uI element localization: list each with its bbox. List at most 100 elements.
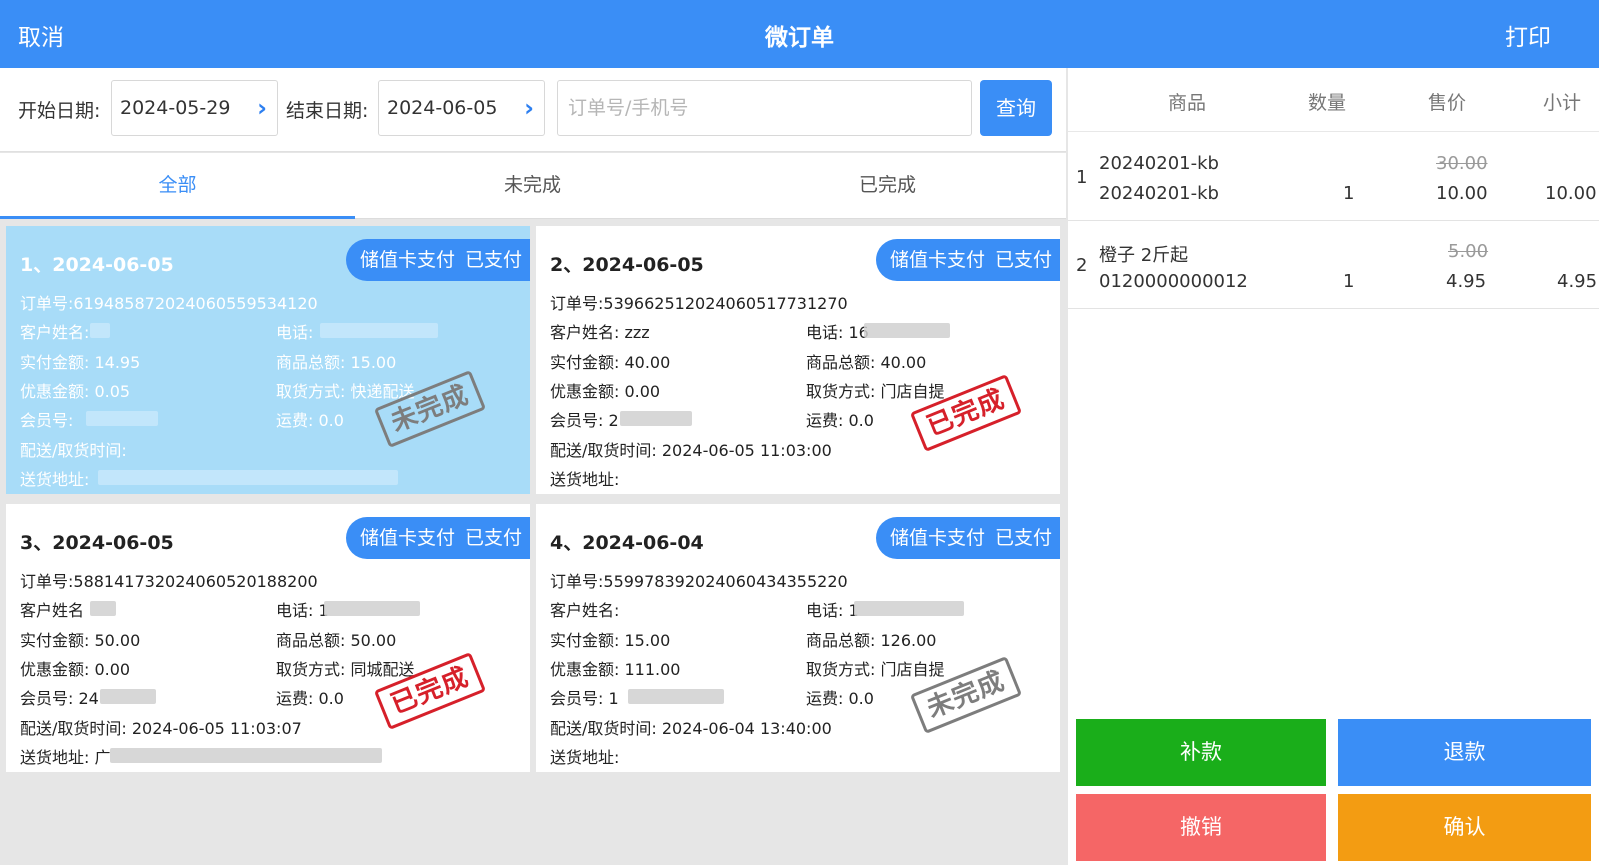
query-button[interactable]: 查询 — [980, 80, 1052, 136]
refund-button[interactable]: 退款 — [1338, 719, 1591, 786]
customer-name: 客户姓名: — [550, 601, 620, 620]
pay-status: 已支付 — [464, 527, 522, 549]
column-header-price: 售价 — [1428, 92, 1467, 114]
pickup-method: 取货方式: 门店自提 — [806, 382, 945, 401]
payment-badge: 储值卡支付 已支付 — [875, 239, 1060, 281]
item-code: 0120000000012 — [1099, 271, 1248, 292]
redacted-mask — [620, 411, 692, 426]
start-date-picker[interactable]: 2024-05-29 › — [111, 80, 278, 136]
pay-status: 已支付 — [994, 527, 1052, 549]
order-number: 订单号:588141732024060520188200 — [20, 572, 318, 591]
customer-name: 客户姓名: — [20, 323, 90, 342]
order-title: 2、2024-06-05 — [550, 254, 704, 276]
order-card[interactable]: 1、2024-06-05 储值卡支付 已支付 订单号:61948587202406… — [6, 226, 530, 494]
order-title: 3、2024-06-05 — [20, 532, 174, 554]
end-date-value: 2024-06-05 — [387, 97, 498, 119]
freight: 运费: 0.0 — [806, 689, 874, 708]
pickup-method: 取货方式: 门店自提 — [806, 660, 945, 679]
redacted-mask — [320, 323, 438, 338]
chevron-right-icon: › — [524, 94, 534, 122]
order-card[interactable]: 4、2024-06-04 储值卡支付 已支付 订单号:55997839202406… — [536, 504, 1060, 772]
print-button[interactable]: 打印 — [1505, 18, 1551, 52]
delivery-time: 配送/取货时间: 2024-06-05 11:03:00 — [550, 441, 832, 460]
paid-amount: 实付金额: 14.95 — [20, 353, 141, 372]
search-input[interactable] — [557, 80, 972, 136]
item-index: 2 — [1076, 255, 1088, 276]
revoke-button[interactable]: 撤销 — [1076, 794, 1326, 861]
payment-badge: 储值卡支付 已支付 — [875, 517, 1060, 559]
order-number: 订单号:559978392024060434355220 — [550, 572, 848, 591]
redacted-mask — [110, 748, 382, 763]
discount-amount: 优惠金额: 0.00 — [20, 660, 131, 679]
pay-method: 储值卡支付 — [889, 527, 985, 549]
customer-name: 客户姓名 — [20, 601, 85, 620]
freight: 运费: 0.0 — [806, 411, 874, 430]
freight: 运费: 0.0 — [276, 689, 344, 708]
discount-amount: 优惠金额: 0.00 — [550, 382, 661, 401]
redacted-mask — [86, 411, 158, 426]
column-header-qty: 数量 — [1308, 92, 1347, 114]
goods-total: 商品总额: 15.00 — [276, 353, 397, 372]
tab-completed[interactable]: 已完成 — [710, 153, 1065, 219]
column-header-goods: 商品 — [1168, 92, 1207, 114]
redacted-mask — [98, 470, 398, 485]
order-card[interactable]: 3、2024-06-05 储值卡支付 已支付 订单号:58814173202406… — [6, 504, 530, 772]
member-number: 会员号: 2 — [550, 411, 619, 430]
order-detail-panel: 商品 数量 售价 小计 1 20240201-kb 20240201-kb 1 … — [1068, 68, 1599, 865]
order-number: 订单号:539662512024060517731270 — [550, 294, 848, 313]
goods-total: 商品总额: 40.00 — [806, 353, 927, 372]
redacted-mask — [100, 689, 156, 704]
member-number: 会员号: 1 — [550, 689, 619, 708]
pay-status: 已支付 — [464, 249, 522, 271]
discount-amount: 优惠金额: 111.00 — [550, 660, 681, 679]
redacted-mask — [854, 601, 964, 616]
customer-name: 客户姓名: zzz — [550, 323, 650, 342]
tab-incomplete[interactable]: 未完成 — [355, 153, 710, 219]
item-subtotal: 10.00 — [1545, 183, 1597, 204]
member-number: 会员号: 24 — [20, 689, 99, 708]
item-subtotal: 4.95 — [1557, 271, 1598, 292]
order-card[interactable]: 2、2024-06-05 储值卡支付 已支付 订单号:53966251202406… — [536, 226, 1060, 494]
item-qty: 1 — [1343, 183, 1355, 204]
confirm-button[interactable]: 确认 — [1338, 794, 1591, 861]
status-tabs: 全部 未完成 已完成 — [0, 153, 1066, 219]
item-name: 橙子 2斤起 — [1099, 245, 1189, 266]
item-index: 1 — [1076, 167, 1088, 188]
pickup-method: 取货方式: 快递配送 — [276, 382, 415, 401]
discount-amount: 优惠金额: 0.05 — [20, 382, 131, 401]
chevron-right-icon: › — [257, 94, 267, 122]
pay-method: 储值卡支付 — [359, 249, 455, 271]
item-original-price: 30.00 — [1436, 153, 1488, 174]
member-number: 会员号: — [20, 411, 74, 430]
paid-amount: 实付金额: 50.00 — [20, 631, 141, 650]
item-name: 20240201-kb — [1099, 153, 1219, 174]
table-row[interactable]: 1 20240201-kb 20240201-kb 1 30.00 10.00 … — [1068, 133, 1599, 221]
start-date-label: 开始日期: — [18, 100, 101, 122]
pay-method: 储值卡支付 — [889, 249, 985, 271]
order-list-panel: 开始日期: 2024-05-29 › 结束日期: 2024-06-05 › 查询… — [0, 68, 1066, 865]
page-title: 微订单 — [765, 25, 834, 51]
tab-all[interactable]: 全部 — [0, 153, 355, 219]
phone: 电话: 1 — [806, 601, 859, 620]
order-title: 4、2024-06-04 — [550, 532, 704, 554]
detail-table-header: 商品 数量 售价 小计 — [1068, 68, 1599, 132]
phone: 电话: 1 — [276, 601, 329, 620]
pay-status: 已支付 — [994, 249, 1052, 271]
item-price: 4.95 — [1446, 271, 1487, 292]
delivery-address: 送货地址: — [550, 470, 620, 489]
delivery-address: 送货地址: — [550, 748, 620, 767]
item-code: 20240201-kb — [1099, 183, 1219, 204]
order-title: 1、2024-06-05 — [20, 254, 174, 276]
column-header-subtotal: 小计 — [1543, 92, 1582, 114]
end-date-picker[interactable]: 2024-06-05 › — [378, 80, 545, 136]
supplement-payment-button[interactable]: 补款 — [1076, 719, 1326, 786]
payment-badge: 储值卡支付 已支付 — [345, 239, 530, 281]
end-date-label: 结束日期: — [286, 100, 369, 122]
table-row[interactable]: 2 橙子 2斤起 0120000000012 1 5.00 4.95 4.95 — [1068, 221, 1599, 309]
goods-total: 商品总额: 126.00 — [806, 631, 937, 650]
item-price: 10.00 — [1436, 183, 1488, 204]
item-original-price: 5.00 — [1448, 241, 1489, 262]
goods-total: 商品总额: 50.00 — [276, 631, 397, 650]
delivery-time: 配送/取货时间: 2024-06-05 11:03:07 — [20, 719, 302, 738]
pay-method: 储值卡支付 — [359, 527, 455, 549]
